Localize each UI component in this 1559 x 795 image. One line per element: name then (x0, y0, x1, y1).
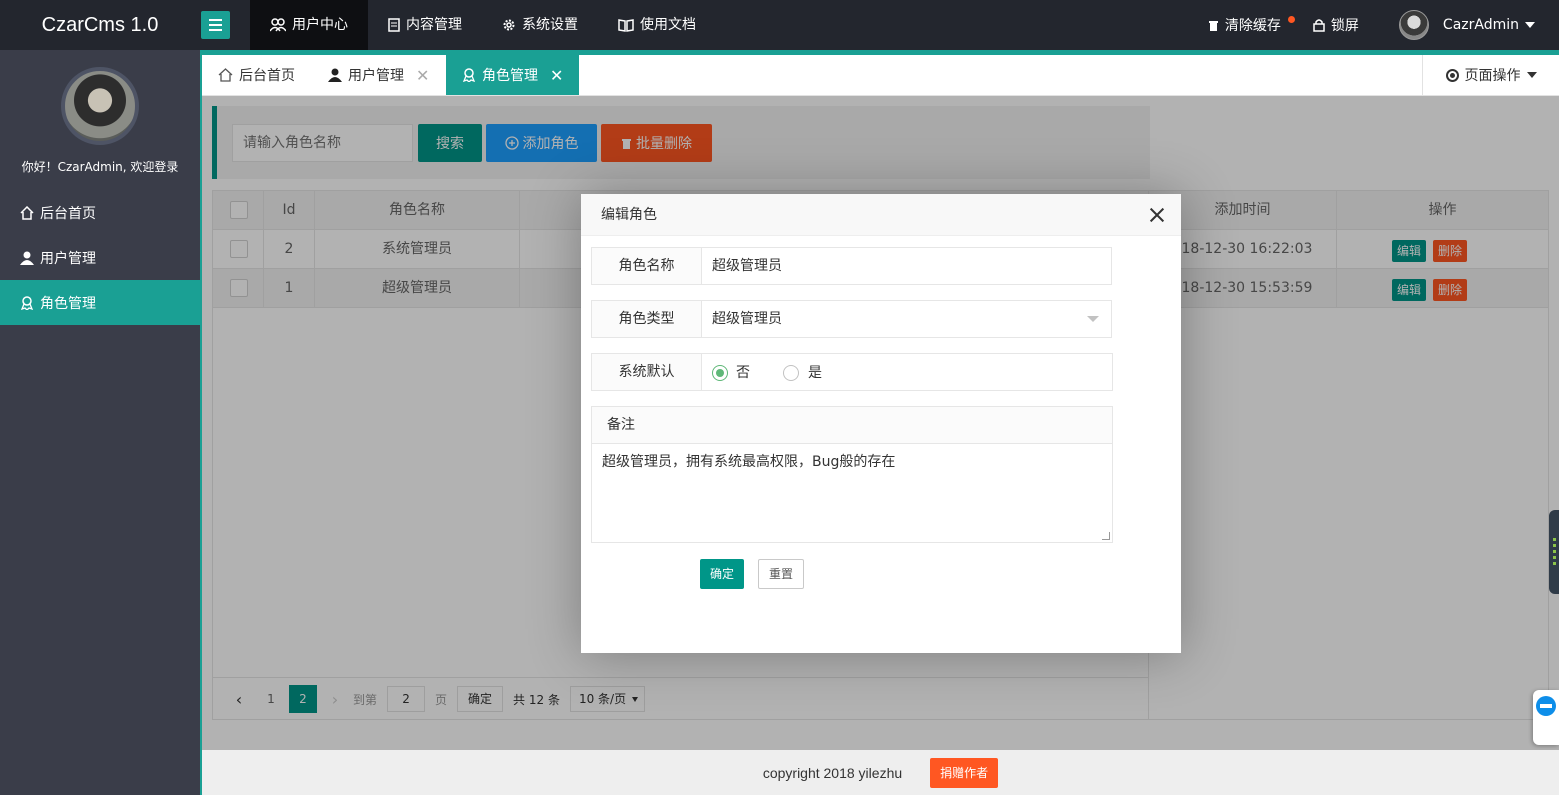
close-icon[interactable]: ✕ (416, 66, 429, 85)
role-type-row: 角色类型 超级管理员 (591, 300, 1112, 338)
tab-bar: 后台首页 用户管理 ✕ 角色管理 ✕ 页面操作 (202, 55, 1559, 96)
tab-label: 用户管理 (348, 68, 404, 84)
role-type-select[interactable]: 超级管理员 (702, 301, 1111, 337)
role-name-row: 角色名称 超级管理员 (591, 247, 1112, 285)
chevron-down-icon (1525, 22, 1535, 28)
radio-no[interactable] (712, 365, 728, 381)
tab-label: 后台首页 (239, 68, 295, 84)
dialog-header: 编辑角色 (581, 194, 1181, 236)
reset-button[interactable]: 重置 (758, 559, 804, 589)
welcome-text: 你好！CzarAdmin, 欢迎登录 (21, 160, 179, 174)
confirm-button[interactable]: 确定 (700, 559, 744, 589)
user-icon (20, 251, 34, 265)
nav-label: 系统设置 (522, 17, 578, 33)
clear-cache-button[interactable]: 清除缓存 (1196, 0, 1299, 50)
side-panel-handle[interactable] (1549, 510, 1559, 594)
notification-dot (1287, 16, 1295, 23)
system-default-row: 系统默认 否 是 (591, 353, 1113, 391)
users-icon (270, 18, 286, 32)
remark-box: 备注 超级管理员，拥有系统最高权限，Bug般的存在 (591, 406, 1113, 543)
sidebar: 你好！CzarAdmin, 欢迎登录 后台首页 用户管理 角色管理 (0, 50, 200, 795)
lock-screen-button[interactable]: 锁屏 (1299, 0, 1371, 50)
top-nav: 用户中心 内容管理 系统设置 使用文档 (250, 0, 716, 50)
close-icon[interactable] (1149, 207, 1165, 223)
sidebar-item-label: 后台首页 (40, 205, 96, 222)
lock-screen-label: 锁屏 (1330, 18, 1359, 34)
sidebar-item-label: 角色管理 (40, 295, 96, 312)
nav-user-center[interactable]: 用户中心 (250, 0, 368, 50)
role-name-label: 角色名称 (592, 248, 702, 284)
remark-textarea[interactable]: 超级管理员，拥有系统最高权限，Bug般的存在 (592, 444, 1112, 542)
home-icon (218, 68, 233, 82)
top-header: CzarCms 1.0 用户中心 内容管理 系统设置 使用文档 清除缓存 锁屏 (0, 0, 1559, 55)
donate-button[interactable]: 捐赠作者 (930, 757, 999, 788)
chevron-down-icon (1526, 72, 1537, 78)
role-icon (462, 68, 476, 82)
tab-dashboard[interactable]: 后台首页 (202, 55, 309, 95)
clipboard-icon (388, 18, 400, 32)
close-icon[interactable]: ✕ (550, 66, 563, 85)
home-icon (20, 205, 34, 220)
username: CazrAdmin (1442, 17, 1519, 33)
sidebar-item-users[interactable]: 用户管理 (0, 235, 200, 280)
avatar (61, 67, 139, 145)
role-type-label: 角色类型 (592, 301, 702, 337)
nav-content-management[interactable]: 内容管理 (368, 0, 482, 50)
copyright-text: copyright 2018 yilezhu (762, 764, 903, 781)
footer: copyright 2018 yilezhu 捐赠作者 (202, 750, 1559, 795)
tab-label: 角色管理 (482, 68, 538, 84)
radio-yes-label[interactable]: 是 (808, 354, 822, 392)
remark-label: 备注 (592, 407, 1112, 444)
radio-yes[interactable] (783, 365, 799, 381)
sidebar-item-dashboard[interactable]: 后台首页 (0, 190, 200, 235)
nav-label: 内容管理 (406, 17, 462, 33)
resize-handle[interactable] (1102, 532, 1110, 540)
tab-roles[interactable]: 角色管理 ✕ (446, 55, 579, 95)
user-menu[interactable]: CazrAdmin (1371, 0, 1559, 50)
nav-label: 用户中心 (292, 17, 348, 33)
role-name-input[interactable]: 超级管理员 (702, 248, 1111, 284)
teamviewer-icon (1536, 696, 1556, 716)
sidebar-item-label: 用户管理 (40, 250, 96, 267)
role-icon (20, 295, 34, 310)
system-default-label: 系统默认 (592, 354, 702, 390)
page-ops-label: 页面操作 (1464, 68, 1521, 84)
avatar (1398, 10, 1429, 40)
user-icon (328, 68, 342, 82)
remote-support-widget[interactable] (1533, 690, 1559, 745)
nav-documentation[interactable]: 使用文档 (598, 0, 716, 50)
nav-label: 使用文档 (640, 17, 696, 33)
gear-icon (503, 19, 515, 31)
chevron-down-icon (1087, 316, 1099, 322)
tab-users[interactable]: 用户管理 ✕ (314, 55, 443, 95)
trash-icon (1208, 21, 1218, 31)
menu-toggle-button[interactable] (201, 11, 230, 39)
dialog-title: 编辑角色 (601, 207, 657, 223)
book-icon (618, 18, 634, 32)
target-icon (1445, 68, 1459, 82)
lock-icon (1313, 19, 1325, 32)
app-title: CzarCms 1.0 (41, 14, 159, 36)
clear-cache-label: 清除缓存 (1224, 18, 1281, 34)
header-right: 清除缓存 锁屏 CazrAdmin (1196, 0, 1559, 50)
role-type-value: 超级管理员 (712, 311, 782, 327)
sidebar-item-roles[interactable]: 角色管理 (0, 280, 200, 325)
edit-role-dialog: 编辑角色 角色名称 超级管理员 角色类型 超级管理员 系统默认 否 是 备注 超… (581, 194, 1181, 653)
radio-no-label[interactable]: 否 (736, 354, 750, 392)
page-operations-menu[interactable]: 页面操作 (1422, 55, 1559, 95)
nav-system-settings[interactable]: 系统设置 (482, 0, 598, 50)
